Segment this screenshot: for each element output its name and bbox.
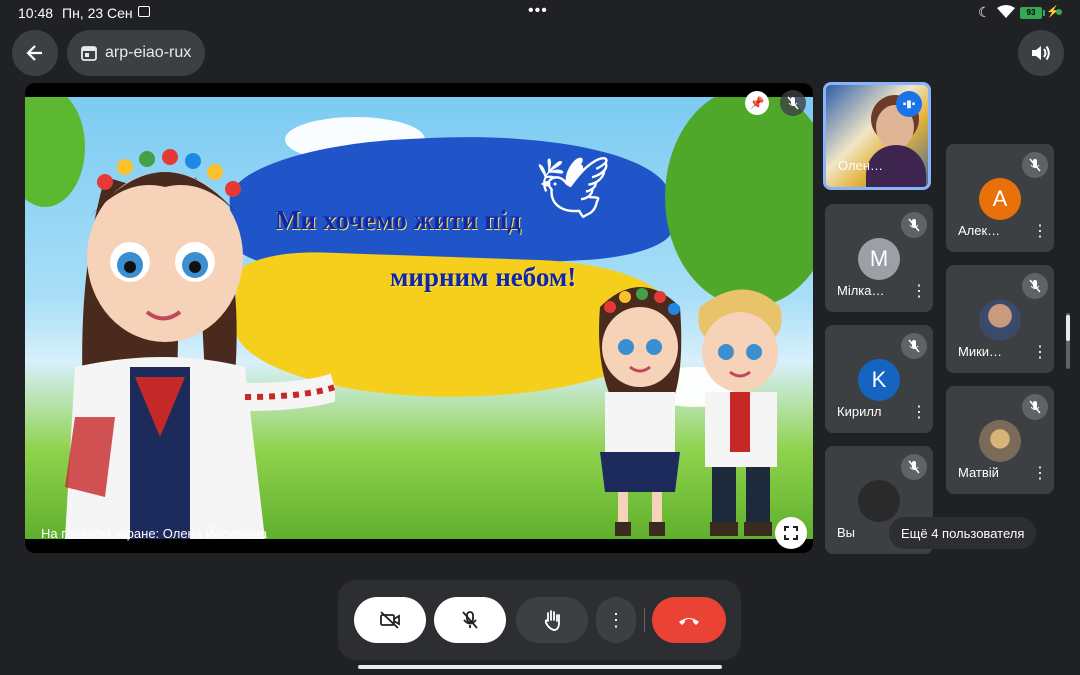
clock: 10:48 (18, 5, 54, 21)
moon-icon: ☾ (978, 4, 991, 20)
more-vert-icon[interactable]: ⋮ (911, 405, 927, 421)
divider (644, 608, 645, 632)
cast-icon (138, 6, 150, 17)
mic-off-icon (1029, 400, 1041, 414)
speaker-icon (1032, 45, 1050, 61)
mic-off-indicator (780, 90, 806, 116)
more-users-chip[interactable]: Ещё 4 пользователя (889, 517, 1037, 549)
mic-off-icon (1029, 279, 1041, 293)
kids-illustration (599, 287, 782, 536)
audio-output-button[interactable] (1018, 30, 1064, 76)
calendar-icon (81, 46, 97, 61)
pin-button[interactable]: 📌 (745, 91, 769, 115)
more-options-button[interactable]: ⋮ (596, 597, 636, 643)
participant-tile-matvii[interactable]: Матвій ⋮ (946, 386, 1054, 494)
raise-hand-icon (544, 610, 560, 631)
wifi-icon (997, 5, 1015, 18)
more-vert-icon: ⋮ (607, 609, 625, 630)
mic-off-indicator (901, 212, 927, 238)
camera-off-icon (380, 611, 400, 629)
presenter-caption: На главном экране: Олена Йосипівна (41, 526, 268, 541)
mic-off-icon (1029, 158, 1041, 172)
participant-tile-olena[interactable]: ▪▮▪ Олен… (823, 82, 931, 190)
more-vert-icon[interactable]: ⋮ (911, 284, 927, 300)
more-vert-icon[interactable]: ⋮ (1032, 466, 1048, 482)
main-presentation[interactable]: 🕊 Ми хочемо жити під мирним небом! На гл… (25, 83, 813, 553)
pin-icon: 📌 (749, 96, 765, 110)
shared-slide: 🕊 Ми хочемо жити під мирним небом! (25, 97, 813, 539)
avatar: M (858, 238, 900, 280)
arrow-left-icon (26, 45, 42, 61)
participant-name: Кирилл (837, 404, 882, 419)
avatar (858, 480, 900, 522)
participant-name: Олен… (838, 158, 883, 173)
mic-off-indicator (1022, 394, 1048, 420)
mic-toggle-button[interactable] (434, 597, 506, 643)
participant-name: Матвій (958, 465, 999, 480)
mic-off-icon (908, 339, 920, 353)
fullscreen-button[interactable] (775, 517, 807, 549)
status-bar: 10:48 Пн, 23 Сен ••• ☾ 93 ⚡ (0, 0, 1080, 26)
mic-off-indicator (1022, 152, 1048, 178)
participant-name: Мілка… (837, 283, 885, 298)
battery-icon: 93 (1020, 7, 1045, 19)
mic-off-indicator (901, 333, 927, 359)
meeting-code: arp-eiao-rux (105, 44, 192, 61)
more-vert-icon[interactable]: ⋮ (1032, 345, 1048, 361)
more-vert-icon[interactable]: ⋮ (1032, 224, 1048, 240)
more-dots-icon[interactable]: ••• (528, 2, 548, 20)
audio-wave-icon: ▪▮▪ (902, 98, 916, 110)
end-call-button[interactable] (652, 597, 726, 643)
camera-toggle-button[interactable] (354, 597, 426, 643)
end-call-icon (679, 618, 699, 625)
participant-name: Алек… (958, 223, 1001, 238)
participant-tile-alek[interactable]: A Алек… ⋮ (946, 144, 1054, 252)
avatar (979, 420, 1021, 462)
back-button[interactable] (12, 30, 58, 76)
mic-off-icon (908, 460, 920, 474)
speaking-indicator: ▪▮▪ (896, 91, 922, 117)
mic-off-icon (908, 218, 920, 232)
home-indicator[interactable] (358, 665, 722, 669)
slide-title-line2: мирним небом! (390, 262, 577, 292)
avatar: K (858, 359, 900, 401)
mic-off-indicator (901, 454, 927, 480)
meeting-info-chip[interactable]: arp-eiao-rux (67, 30, 205, 76)
raise-hand-button[interactable] (516, 597, 588, 643)
participant-name: Мики… (958, 344, 1003, 359)
participant-name: Вы (837, 525, 856, 540)
scrollbar[interactable] (1066, 313, 1070, 369)
status-dot (1056, 9, 1062, 15)
participant-tile-milka[interactable]: M Мілка… ⋮ (825, 204, 933, 312)
fullscreen-icon (784, 526, 798, 540)
mic-off-icon (462, 611, 478, 629)
avatar: A (979, 178, 1021, 220)
avatar (979, 299, 1021, 341)
date: Пн, 23 Сен (62, 5, 133, 21)
participant-tile-kirill[interactable]: K Кирилл ⋮ (825, 325, 933, 433)
girl-illustration (65, 149, 335, 539)
mic-off-icon (787, 96, 799, 110)
dove-icon: 🕊 (535, 154, 612, 221)
slide-title-line1: Ми хочемо жити під (275, 205, 521, 235)
mic-off-indicator (1022, 273, 1048, 299)
participant-tile-miki[interactable]: Мики… ⋮ (946, 265, 1054, 373)
call-controls: ⋮ (338, 580, 741, 660)
